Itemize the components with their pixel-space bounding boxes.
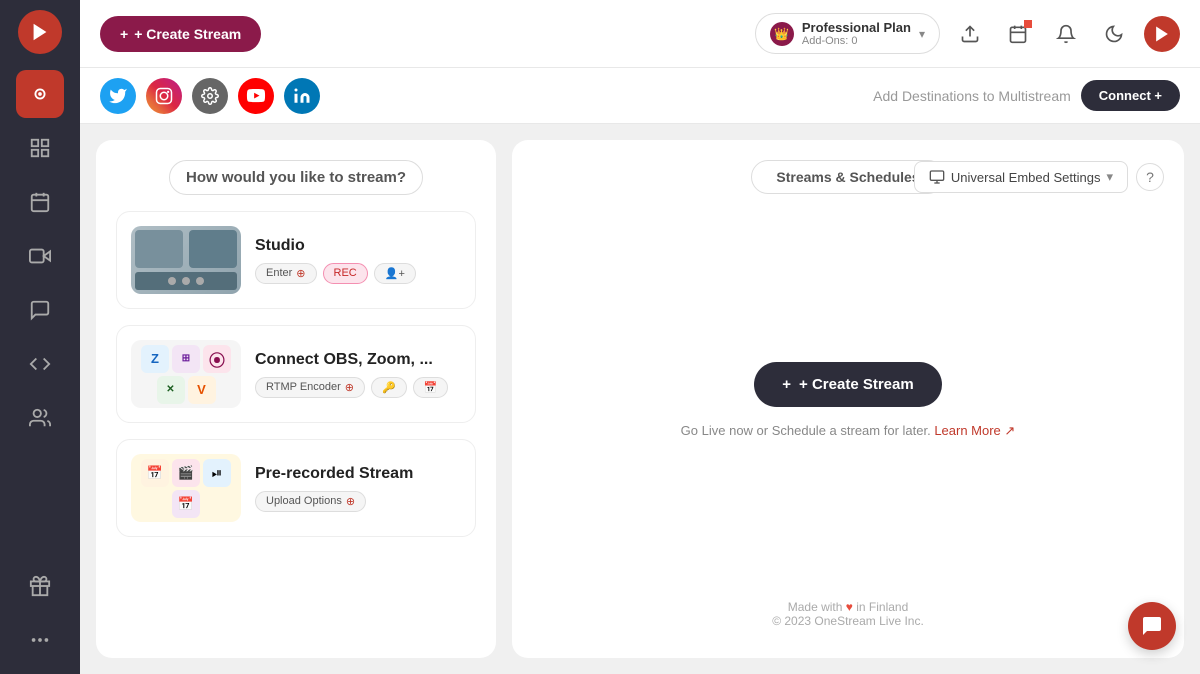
help-icon[interactable]: ? [1136, 163, 1164, 191]
content-area: How would you like to stream? Studio Ent… [80, 124, 1200, 674]
dropdown-icon: ▾ [1106, 169, 1113, 185]
create-stream-center-button[interactable]: + + Create Stream [754, 362, 941, 407]
footer: Made with ♥ in Finland © 2023 OneStream … [762, 590, 934, 638]
connect-title: Connect OBS, Zoom, ... [255, 351, 461, 369]
pre-bubble-4: 📅 [172, 490, 200, 518]
sidebar-item-users[interactable] [16, 394, 64, 442]
calendar-icon[interactable] [1000, 16, 1036, 52]
youtube-icon[interactable] [238, 78, 274, 114]
learn-more-link[interactable]: Learn More ↗ [934, 423, 1015, 438]
twitter-icon[interactable] [100, 78, 136, 114]
linkedin-icon[interactable] [284, 78, 320, 114]
zoom-bubble: Z [141, 345, 169, 373]
user-avatar[interactable] [1144, 16, 1180, 52]
studio-tag-rec: REC [323, 263, 368, 284]
sidebar-item-more[interactable] [16, 616, 64, 664]
obs-bubble: ⦿ [203, 345, 231, 373]
plan-addons: Add-Ons: 0 [802, 35, 911, 47]
pre-bubble-1: 📅 [141, 459, 169, 487]
vmix-bubble: V [188, 376, 216, 404]
connect-tag-schedule: 📅 [413, 377, 449, 398]
upload-icon[interactable] [952, 16, 988, 52]
copyright: © 2023 OneStream Live Inc. [772, 614, 924, 628]
plan-icon: 👑 [770, 22, 794, 46]
connect-label: Connect + [1099, 88, 1162, 103]
heart-icon: ♥ [846, 600, 853, 614]
sidebar-item-grid[interactable] [16, 124, 64, 172]
sidebar-item-embed[interactable] [16, 340, 64, 388]
connect-thumbnail: Z ⊞ ⦿ ✕ V [131, 340, 241, 408]
sidebar-item-gift[interactable] [16, 562, 64, 610]
studio-option[interactable]: Studio Enter ⊕ REC 👤+ [116, 211, 476, 309]
left-panel: How would you like to stream? Studio Ent… [96, 140, 496, 658]
connect-button[interactable]: Connect + [1081, 80, 1180, 111]
chat-widget[interactable] [1128, 602, 1176, 650]
prerecorded-thumbnail: 📅 🎬 ⏯ 📅 [131, 454, 241, 522]
create-stream-center-label: + Create Stream [799, 376, 914, 393]
instagram-icon[interactable] [146, 78, 182, 114]
pre-bubble-3: ⏯ [203, 459, 231, 487]
topbar: + + Create Stream 👑 Professional Plan Ad… [80, 0, 1200, 68]
obs-grid-bubble: ⊞ [172, 345, 200, 373]
plan-badge[interactable]: 👑 Professional Plan Add-Ons: 0 ▾ [755, 13, 940, 54]
sidebar-item-video[interactable] [16, 232, 64, 280]
sidebar [0, 0, 80, 674]
pre-bubble-2: 🎬 [172, 459, 200, 487]
right-panel: Streams & Schedules Universal Embed Sett… [512, 140, 1184, 658]
panel-title: How would you like to stream? [169, 160, 423, 195]
studio-content: Studio Enter ⊕ REC 👤+ [255, 237, 461, 284]
embed-settings-button[interactable]: Universal Embed Settings ▾ [914, 161, 1128, 193]
sidebar-item-calendar[interactable] [16, 178, 64, 226]
connect-obs-option[interactable]: Z ⊞ ⦿ ✕ V Connect OBS, Zoom, ... RTMP En… [116, 325, 476, 423]
prerecorded-content: Pre-recorded Stream Upload Options ⊕ [255, 465, 461, 512]
xsplit-bubble: ✕ [157, 376, 185, 404]
prerecorded-title: Pre-recorded Stream [255, 465, 461, 483]
create-stream-label: + Create Stream [134, 26, 241, 42]
plus-icon-center: + [782, 376, 791, 393]
sidebar-item-chat[interactable] [16, 286, 64, 334]
studio-tag-adduser: 👤+ [374, 263, 416, 284]
studio-thumbnail [131, 226, 241, 294]
sidebar-item-home[interactable] [16, 70, 64, 118]
right-panel-empty-state: + + Create Stream Go Live now or Schedul… [681, 210, 1016, 590]
embed-settings-label: Universal Embed Settings [951, 170, 1101, 185]
create-stream-button[interactable]: + + Create Stream [100, 16, 261, 52]
plan-name: Professional Plan [802, 20, 911, 35]
prerecorded-tag-upload: Upload Options ⊕ [255, 491, 366, 512]
prerecorded-option[interactable]: 📅 🎬 ⏯ 📅 Pre-recorded Stream Upload Optio… [116, 439, 476, 537]
plus-icon: + [120, 26, 128, 42]
destinations-bar: Add Destinations to Multistream Connect … [80, 68, 1200, 124]
chevron-down-icon: ▾ [919, 27, 925, 41]
notification-icon[interactable] [1048, 16, 1084, 52]
connect-tag-rtmp: RTMP Encoder ⊕ [255, 377, 365, 398]
right-panel-header: Streams & Schedules Universal Embed Sett… [532, 160, 1164, 194]
connect-tag-key: 🔑 [371, 377, 407, 398]
connect-content: Connect OBS, Zoom, ... RTMP Encoder ⊕ 🔑 … [255, 351, 461, 398]
prerecorded-tags: Upload Options ⊕ [255, 491, 461, 512]
right-panel-actions: Universal Embed Settings ▾ ? [914, 161, 1164, 193]
connect-tags: RTMP Encoder ⊕ 🔑 📅 [255, 377, 461, 398]
destinations-label: Add Destinations to Multistream [873, 88, 1071, 104]
studio-tag-enter: Enter ⊕ [255, 263, 317, 284]
main-content: + + Create Stream 👑 Professional Plan Ad… [80, 0, 1200, 674]
studio-title: Studio [255, 237, 461, 255]
logo[interactable] [18, 10, 62, 54]
studio-tags: Enter ⊕ REC 👤+ [255, 263, 461, 284]
settings-icon[interactable] [192, 78, 228, 114]
go-live-text: Go Live now or Schedule a stream for lat… [681, 423, 1016, 439]
studio-strip [135, 272, 237, 290]
theme-icon[interactable] [1096, 16, 1132, 52]
